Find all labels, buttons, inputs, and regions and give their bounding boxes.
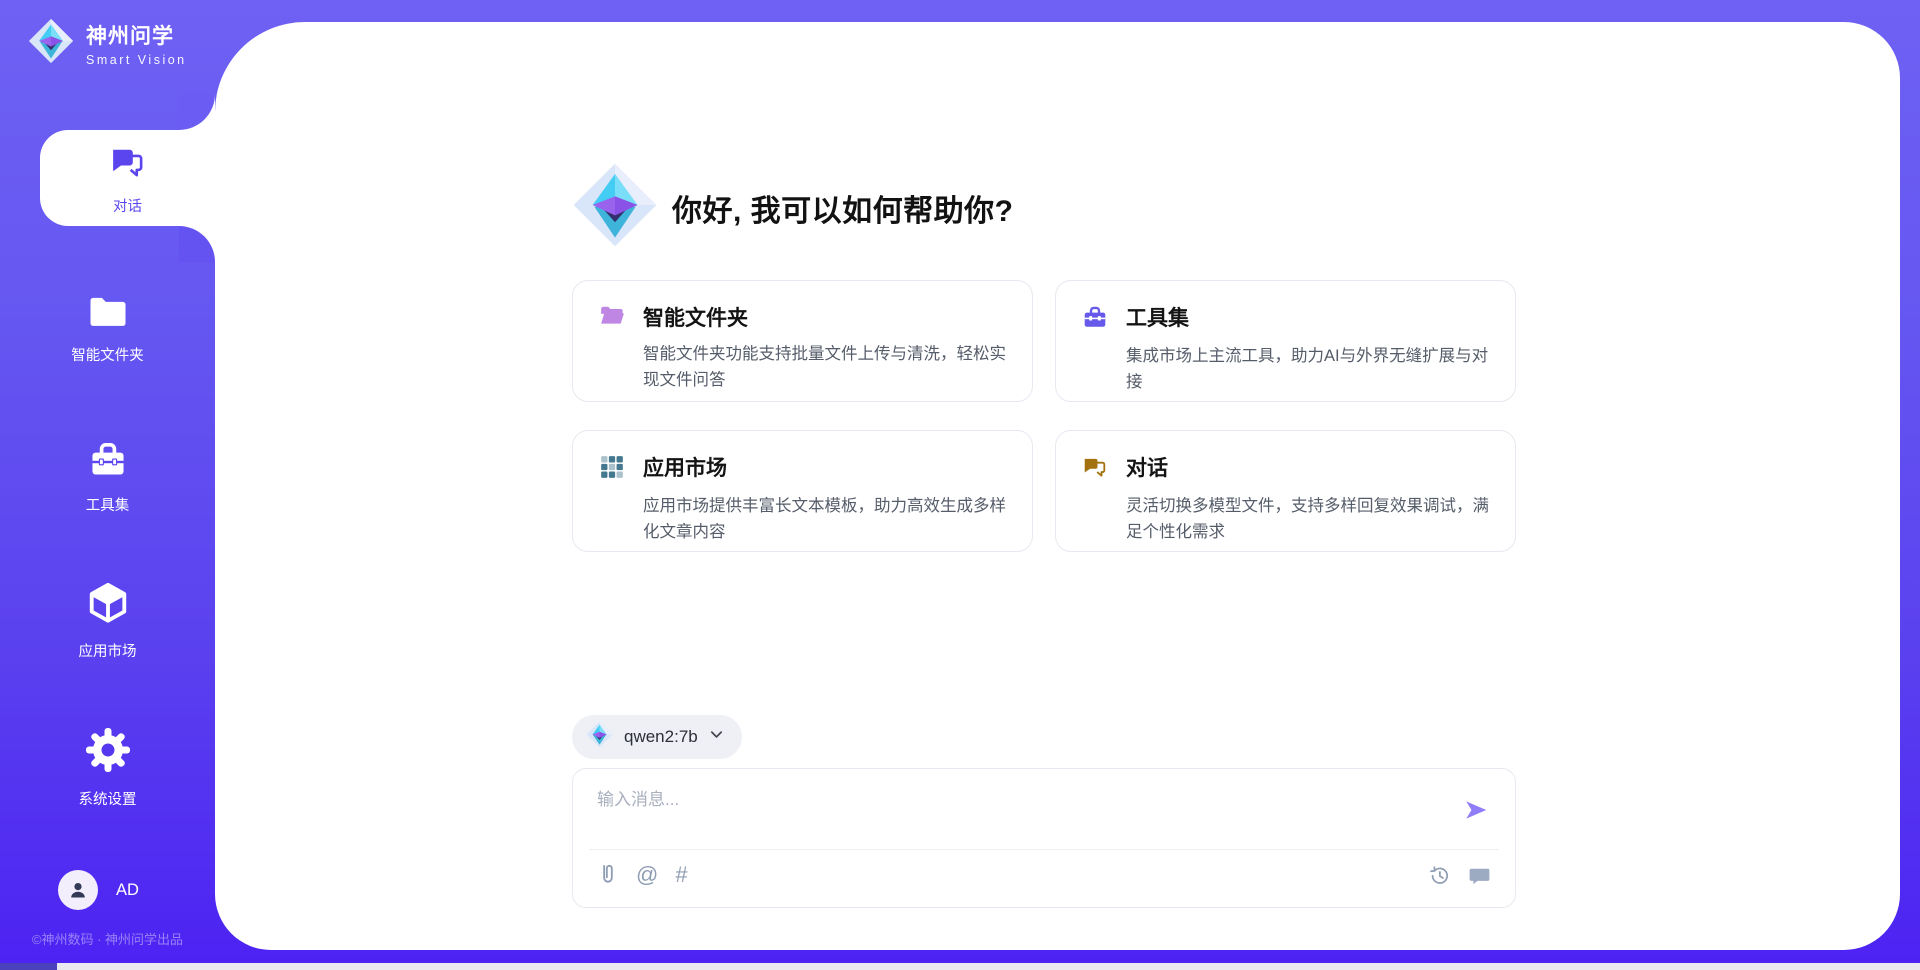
- chevron-down-icon: [709, 727, 724, 747]
- card-app-market[interactable]: 应用市场 应用市场提供丰富长文本模板，助力高效生成多样化文章内容: [572, 430, 1033, 552]
- scrollbar-thumb[interactable]: [0, 963, 57, 970]
- sidebar-item-toolset[interactable]: 工具集: [0, 438, 215, 515]
- card-title: 对话: [1126, 452, 1489, 485]
- main-content: 你好, 我可以如何帮助你? 智能文件夹 智能文件夹功能支持批量文件上传与清洗，轻…: [215, 22, 1900, 950]
- message-input[interactable]: [597, 785, 1427, 833]
- app-window: 神州问学 Smart Vision 对话 智能文件夹: [0, 0, 1920, 970]
- card-title: 应用市场: [643, 452, 1006, 485]
- diamond-logo-icon: [572, 162, 658, 253]
- brand-name: 神州问学: [86, 20, 187, 50]
- attachment-icon[interactable]: [596, 862, 619, 887]
- card-description: 集成市场上主流工具，助力AI与外界无缝扩展与对接: [1126, 344, 1489, 395]
- card-smart-folder[interactable]: 智能文件夹 智能文件夹功能支持批量文件上传与清洗，轻松实现文件问答: [572, 280, 1033, 402]
- sidebar-footer: ©神州数码 · 神州问学出品: [0, 929, 215, 948]
- tab-curve-bottom: [179, 226, 215, 262]
- sidebar-item-chat[interactable]: 对话: [40, 130, 215, 226]
- sidebar: 神州问学 Smart Vision 对话 智能文件夹: [0, 0, 215, 970]
- model-name: qwen2:7b: [624, 727, 698, 747]
- brand-subtitle: Smart Vision: [86, 53, 187, 67]
- composer-tools-right: [1428, 864, 1491, 887]
- composer-divider: [589, 849, 1499, 850]
- avatar: [58, 870, 98, 910]
- hashtag-icon[interactable]: #: [675, 864, 687, 886]
- cube-icon: [85, 580, 131, 631]
- toolbox-icon: [1082, 302, 1124, 335]
- send-icon[interactable]: [1463, 797, 1489, 823]
- brand: 神州问学 Smart Vision: [28, 18, 187, 69]
- sidebar-item-label: 工具集: [86, 494, 130, 515]
- card-chat[interactable]: 对话 灵活切换多模型文件，支持多样回复效果调试，满足个性化需求: [1055, 430, 1516, 552]
- diamond-logo-icon: [586, 721, 613, 753]
- chat-bubble-icon[interactable]: [1468, 864, 1491, 887]
- card-description: 灵活切换多模型文件，支持多样回复效果调试，满足个性化需求: [1126, 494, 1489, 545]
- card-title: 工具集: [1126, 302, 1489, 335]
- card-description: 应用市场提供丰富长文本模板，助力高效生成多样化文章内容: [643, 494, 1006, 545]
- sidebar-item-app-market[interactable]: 应用市场: [0, 580, 215, 661]
- mention-icon[interactable]: @: [636, 864, 658, 886]
- grid-icon: [599, 452, 641, 485]
- card-description: 智能文件夹功能支持批量文件上传与清洗，轻松实现文件问答: [643, 342, 1006, 393]
- folder-open-icon: [599, 302, 641, 333]
- diamond-logo-icon: [28, 18, 74, 69]
- sidebar-item-label: 系统设置: [79, 788, 137, 809]
- chat-icon: [1082, 452, 1124, 485]
- sidebar-item-label: 应用市场: [79, 640, 137, 661]
- sidebar-item-label: 对话: [113, 195, 142, 216]
- sidebar-item-smart-folder[interactable]: 智能文件夹: [0, 292, 215, 365]
- message-composer: @ #: [572, 768, 1516, 908]
- greeting-title: 你好, 我可以如何帮助你?: [672, 186, 1014, 230]
- tab-curve-top: [179, 94, 215, 130]
- user-profile[interactable]: AD: [0, 870, 215, 910]
- card-title: 智能文件夹: [643, 302, 1006, 333]
- avatar-person-icon: [66, 878, 90, 902]
- chat-icon: [107, 141, 149, 188]
- toolbox-icon: [86, 438, 130, 485]
- sidebar-item-label: 智能文件夹: [71, 344, 144, 365]
- composer-tools: @ #: [596, 862, 688, 887]
- folder-icon: [87, 292, 129, 335]
- model-selector[interactable]: qwen2:7b: [572, 715, 742, 759]
- horizontal-scrollbar[interactable]: [0, 963, 1920, 970]
- card-toolset[interactable]: 工具集 集成市场上主流工具，助力AI与外界无缝扩展与对接: [1055, 280, 1516, 402]
- sidebar-item-settings[interactable]: 系统设置: [0, 726, 215, 809]
- history-icon[interactable]: [1428, 864, 1451, 887]
- greeting: 你好, 我可以如何帮助你?: [572, 162, 1014, 253]
- gear-icon: [84, 726, 132, 779]
- user-name: AD: [116, 881, 139, 900]
